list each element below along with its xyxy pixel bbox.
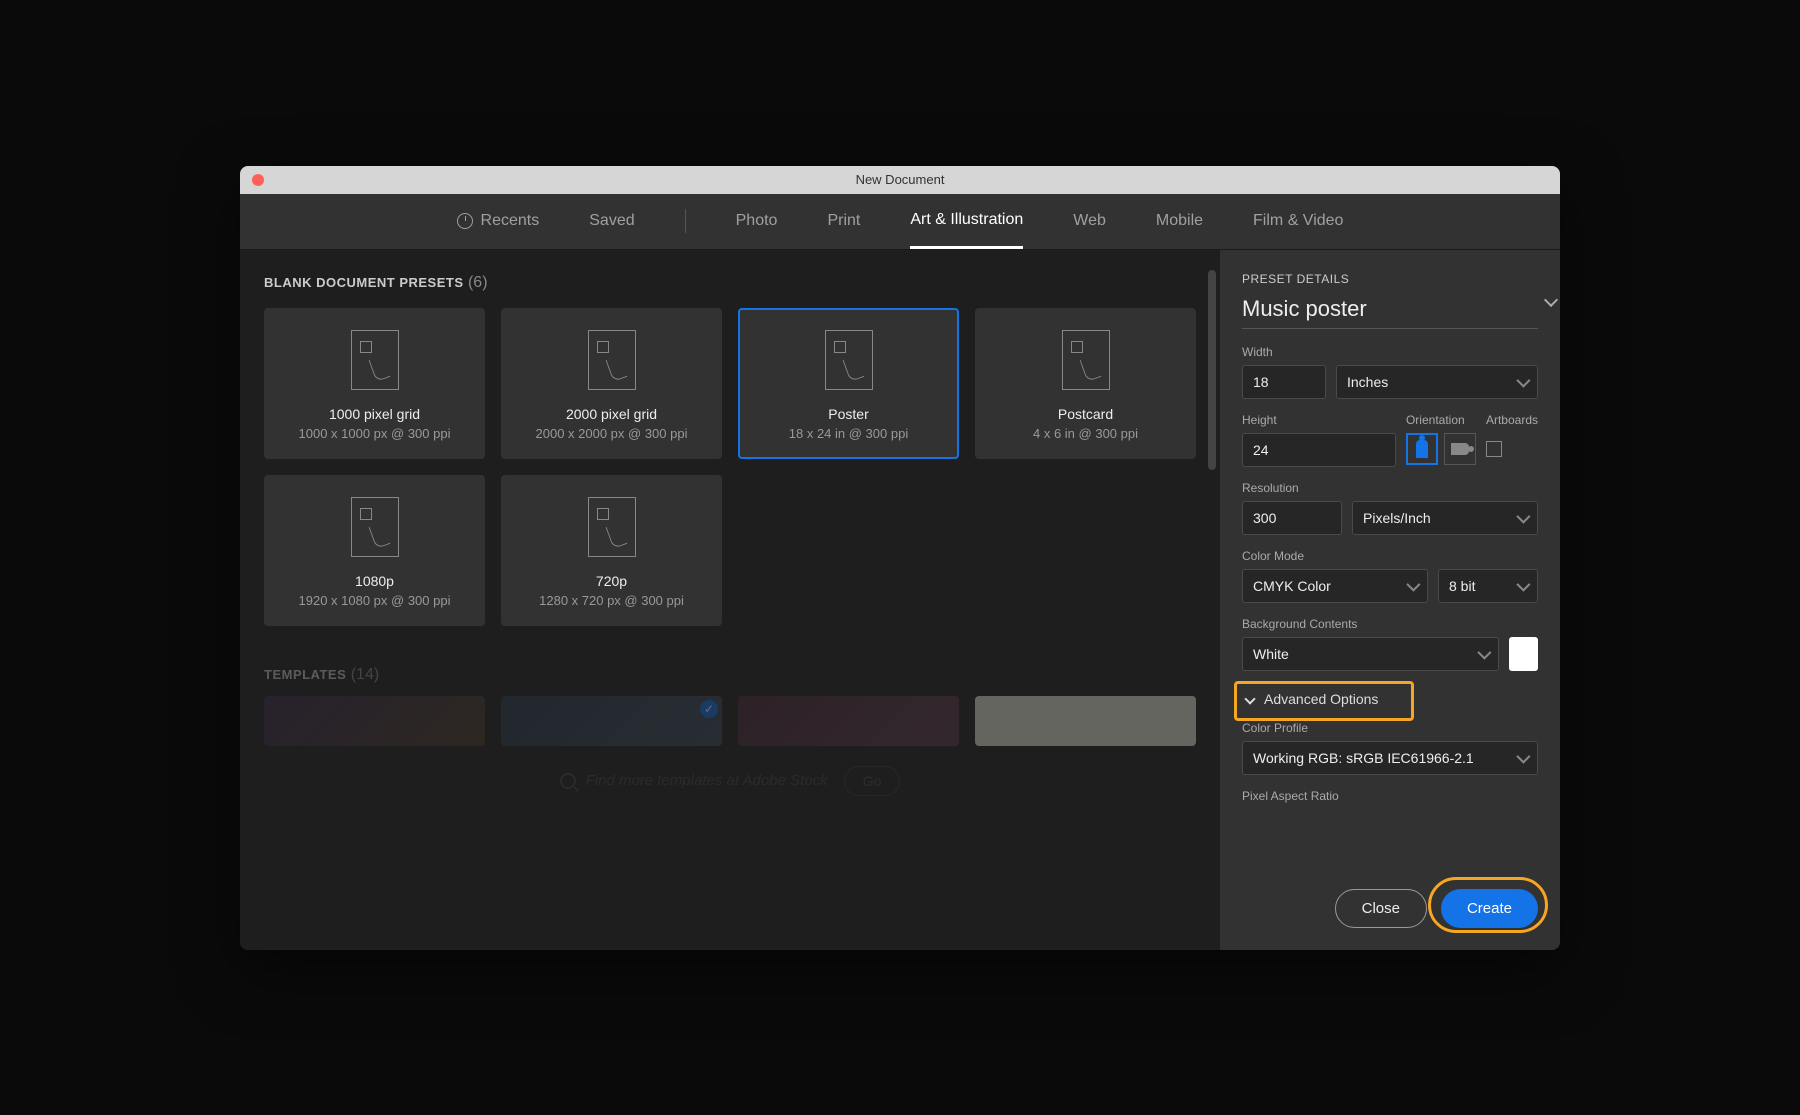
tab-art-illustration[interactable]: Art & Illustration <box>910 194 1023 249</box>
go-button[interactable]: Go <box>844 766 901 796</box>
chevron-down-icon <box>1516 373 1530 387</box>
bit-depth-value: 8 bit <box>1449 578 1475 594</box>
preset-2000-grid[interactable]: 2000 pixel grid 2000 x 2000 px @ 300 ppi <box>501 308 722 459</box>
templates-heading: TEMPLATES <box>264 667 346 682</box>
preset-dims: 4 x 6 in @ 300 ppi <box>987 426 1184 441</box>
preset-name: Postcard <box>987 406 1184 422</box>
person-icon <box>1451 443 1469 455</box>
new-document-dialog: New Document Recents Saved Photo Print A… <box>240 166 1560 950</box>
pixel-aspect-label: Pixel Aspect Ratio <box>1242 789 1538 803</box>
advanced-options-toggle[interactable]: Advanced Options <box>1242 685 1538 713</box>
color-profile-value: Working RGB: sRGB IEC61966-2.1 <box>1253 750 1474 766</box>
chevron-down-icon <box>1516 577 1530 591</box>
tab-film-video[interactable]: Film & Video <box>1253 194 1343 249</box>
color-profile-label: Color Profile <box>1242 721 1538 735</box>
templates-section: TEMPLATES (14) Find more templates at Ad… <box>264 666 1196 796</box>
bg-value: White <box>1253 646 1289 662</box>
tab-mobile[interactable]: Mobile <box>1156 194 1203 249</box>
chevron-down-icon <box>1244 693 1255 704</box>
resolution-input[interactable] <box>1242 501 1342 535</box>
section-title: BLANK DOCUMENT PRESETS <box>264 275 464 290</box>
preset-720p[interactable]: 720p 1280 x 720 px @ 300 ppi <box>501 475 722 626</box>
preset-postcard[interactable]: Postcard 4 x 6 in @ 300 ppi <box>975 308 1196 459</box>
preset-dims: 1920 x 1080 px @ 300 ppi <box>276 593 473 608</box>
advanced-label: Advanced Options <box>1264 691 1378 707</box>
stock-search-input[interactable]: Find more templates at Adobe Stock <box>560 772 828 789</box>
preset-name: 1000 pixel grid <box>276 406 473 422</box>
resolution-label: Resolution <box>1242 481 1538 495</box>
chevron-down-icon <box>1516 509 1530 523</box>
bg-contents-select[interactable]: White <box>1242 637 1499 671</box>
presets-heading: BLANK DOCUMENT PRESETS (6) <box>264 274 1196 292</box>
tab-photo[interactable]: Photo <box>736 194 778 249</box>
preset-1000-grid[interactable]: 1000 pixel grid 1000 x 1000 px @ 300 ppi <box>264 308 485 459</box>
tab-label: Recents <box>481 212 540 230</box>
color-mode-label: Color Mode <box>1242 549 1538 563</box>
artboards-checkbox[interactable] <box>1486 441 1502 457</box>
preset-name-input[interactable] <box>1242 296 1530 322</box>
preset-1080p[interactable]: 1080p 1920 x 1080 px @ 300 ppi <box>264 475 485 626</box>
preset-name: 1080p <box>276 573 473 589</box>
template-thumbnail[interactable] <box>264 696 485 746</box>
close-button[interactable]: Close <box>1335 889 1427 928</box>
width-label: Width <box>1242 345 1538 359</box>
orientation-label: Orientation <box>1406 413 1476 427</box>
preset-dims: 1280 x 720 px @ 300 ppi <box>513 593 710 608</box>
titlebar: New Document <box>240 166 1560 194</box>
unit-select[interactable]: Inches <box>1336 365 1538 399</box>
preset-dims: 2000 x 2000 px @ 300 ppi <box>513 426 710 441</box>
height-input[interactable] <box>1242 433 1396 467</box>
tab-web[interactable]: Web <box>1073 194 1106 249</box>
document-icon <box>351 497 399 557</box>
preset-count: (6) <box>468 274 488 291</box>
preset-name: 720p <box>513 573 710 589</box>
chevron-down-icon <box>1516 749 1530 763</box>
orientation-portrait[interactable] <box>1406 433 1438 465</box>
color-profile-select[interactable]: Working RGB: sRGB IEC61966-2.1 <box>1242 741 1538 775</box>
preset-details-pane: PRESET DETAILS Width Inches Height <box>1220 250 1560 950</box>
search-icon <box>560 773 576 789</box>
tab-divider <box>685 209 686 233</box>
document-icon <box>588 497 636 557</box>
create-button[interactable]: Create <box>1441 889 1538 928</box>
preset-dims: 18 x 24 in @ 300 ppi <box>750 426 947 441</box>
bit-depth-select[interactable]: 8 bit <box>1438 569 1538 603</box>
window-title: New Document <box>240 172 1560 187</box>
presets-pane: BLANK DOCUMENT PRESETS (6) 1000 pixel gr… <box>240 250 1220 950</box>
preset-dims: 1000 x 1000 px @ 300 ppi <box>276 426 473 441</box>
clock-icon <box>457 213 473 229</box>
document-icon <box>351 330 399 390</box>
template-thumbnail[interactable] <box>975 696 1196 746</box>
templates-count: (14) <box>351 666 379 683</box>
person-icon <box>1416 440 1428 458</box>
resolution-unit-select[interactable]: Pixels/Inch <box>1352 501 1538 535</box>
document-icon <box>588 330 636 390</box>
preset-name: Poster <box>750 406 947 422</box>
template-thumbnail[interactable] <box>738 696 959 746</box>
tab-saved[interactable]: Saved <box>589 194 634 249</box>
details-heading: PRESET DETAILS <box>1242 272 1538 286</box>
unit-value: Inches <box>1347 374 1388 390</box>
document-icon <box>1062 330 1110 390</box>
category-tabs: Recents Saved Photo Print Art & Illustra… <box>240 194 1560 250</box>
artboards-label: Artboards <box>1486 413 1538 427</box>
tab-recents[interactable]: Recents <box>457 194 540 249</box>
preset-poster[interactable]: Poster 18 x 24 in @ 300 ppi <box>738 308 959 459</box>
preset-name: 2000 pixel grid <box>513 406 710 422</box>
bg-label: Background Contents <box>1242 617 1538 631</box>
template-thumbnail[interactable] <box>501 696 722 746</box>
chevron-down-icon <box>1477 645 1491 659</box>
height-label: Height <box>1242 413 1396 427</box>
bg-color-swatch[interactable] <box>1509 637 1538 671</box>
color-mode-value: CMYK Color <box>1253 578 1331 594</box>
resolution-unit-value: Pixels/Inch <box>1363 510 1431 526</box>
orientation-landscape[interactable] <box>1444 433 1476 465</box>
chevron-down-icon <box>1406 577 1420 591</box>
width-input[interactable] <box>1242 365 1326 399</box>
document-icon <box>825 330 873 390</box>
tab-print[interactable]: Print <box>827 194 860 249</box>
scrollbar[interactable] <box>1208 270 1216 470</box>
search-placeholder: Find more templates at Adobe Stock <box>586 772 828 789</box>
color-mode-select[interactable]: CMYK Color <box>1242 569 1428 603</box>
